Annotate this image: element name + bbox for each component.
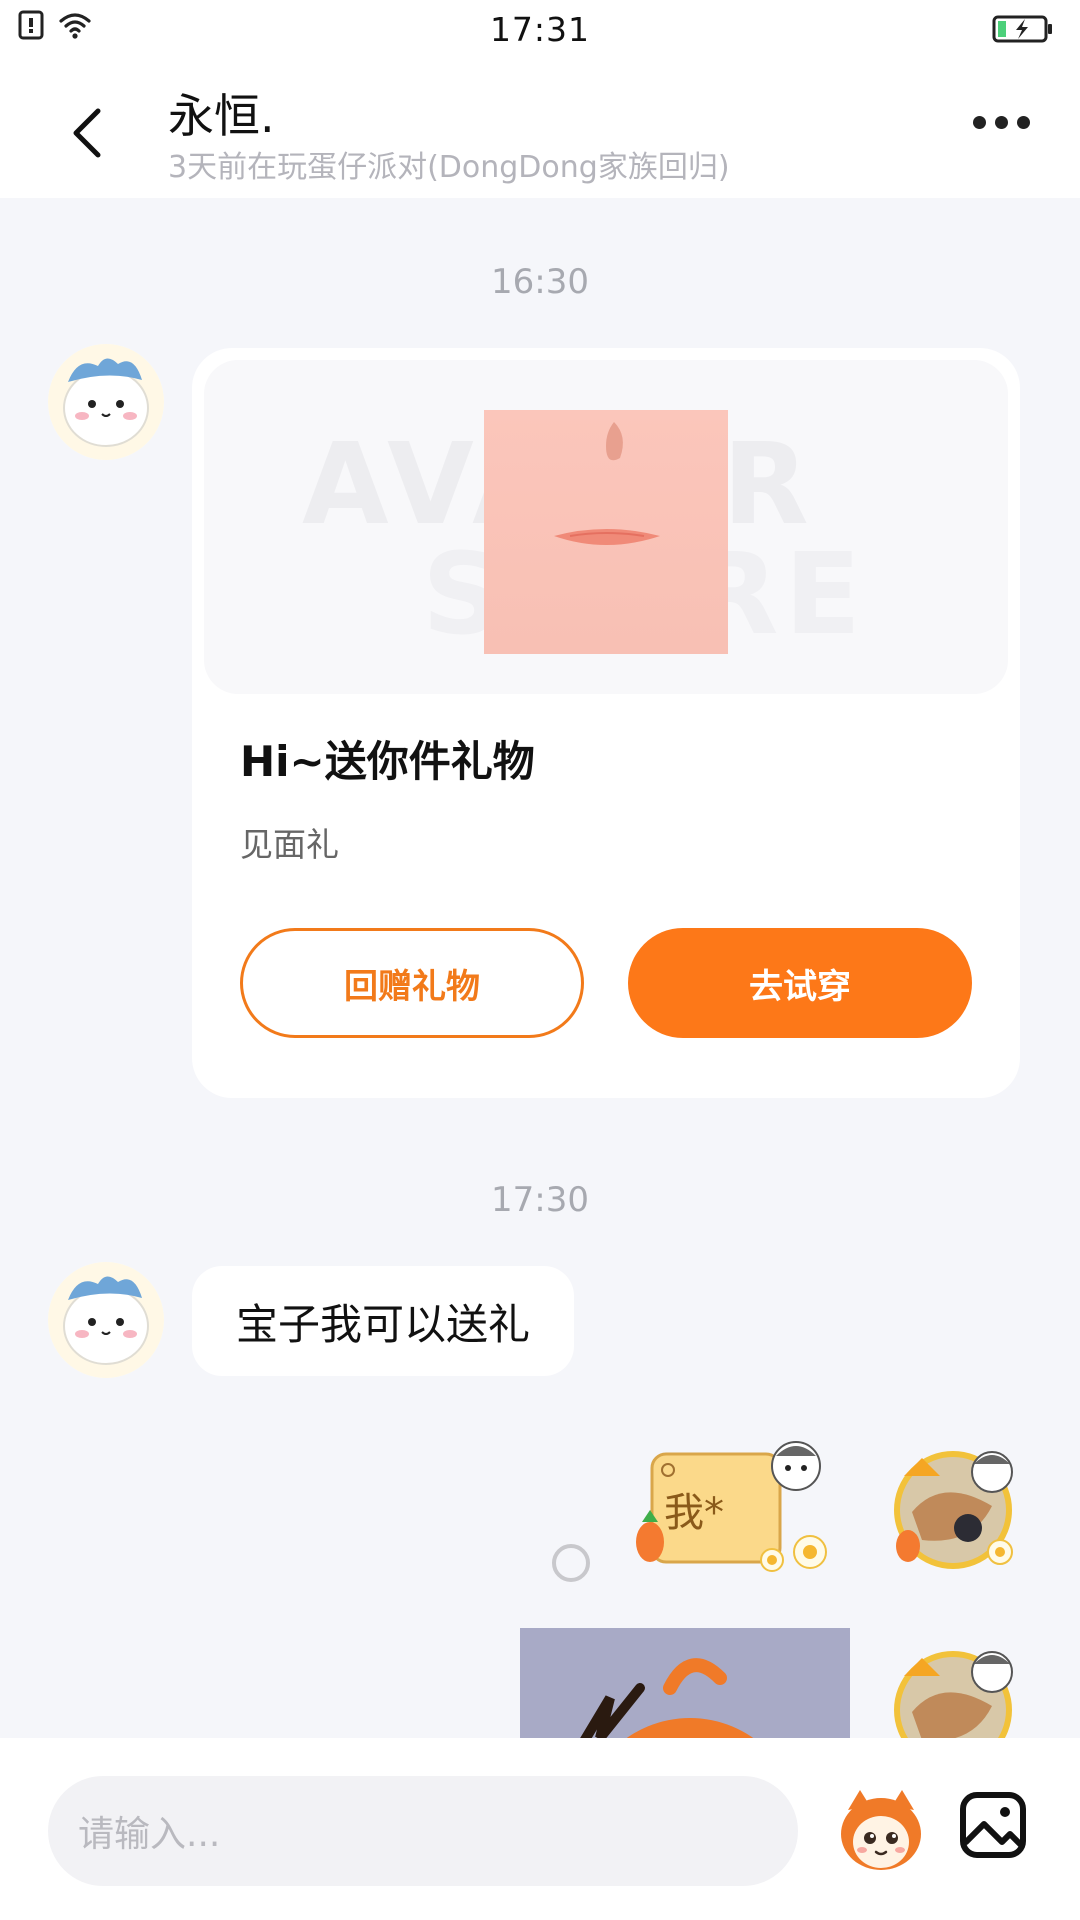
more-options-button[interactable] [973,116,1030,129]
contact-avatar[interactable] [48,344,164,460]
message-list[interactable]: 16:30 AVATAR STORE [0,198,1080,1738]
contact-status: 3天前在玩蛋仔派对(DongDong家族回归) [168,150,730,185]
more-dot-icon [1017,116,1030,129]
try-on-button[interactable]: 去试穿 [628,928,972,1038]
cartoon-image-icon [520,1628,850,1738]
gift-preview: AVATAR STORE [204,360,1008,694]
more-dot-icon [995,116,1008,129]
my-avatar[interactable] [882,1436,1024,1578]
back-button[interactable] [58,98,114,168]
chat-screen: 17:31 永恒. 3天前在玩蛋仔派对(DongDong家族回归) 16:30 [0,0,1080,1920]
my-avatar[interactable] [882,1636,1024,1738]
sending-status-icon [552,1544,590,1582]
input-bar: 请输入... [0,1738,1080,1920]
gift-card[interactable]: AVATAR STORE Hi~送你件礼物 见面礼 回赠礼物 去试穿 [192,348,1020,1098]
gift-item-image[interactable] [484,410,728,654]
sticker-message[interactable]: 我* [630,1426,836,1586]
avatar-photo-frame-icon [894,1651,1013,1738]
emoji-button[interactable] [832,1780,930,1878]
contact-avatar[interactable] [48,1262,164,1378]
emoji-character-icon [841,1790,921,1870]
send-image-button[interactable] [958,1790,1028,1860]
return-gift-button[interactable]: 回赠礼物 [240,928,584,1038]
battery-charging-icon [992,15,1052,43]
face-makeup-icon [554,422,660,545]
text-message-bubble[interactable]: 宝子我可以送礼 [192,1266,575,1376]
sticker-note-icon: 我* [636,1441,827,1572]
status-time: 17:31 [489,10,591,49]
chevron-left-icon [73,108,101,158]
message-input[interactable]: 请输入... [48,1776,798,1886]
avatar-character-icon [48,344,164,460]
status-bar: 17:31 [0,0,1080,58]
chat-header: 永恒. 3天前在玩蛋仔派对(DongDong家族回归) [0,58,1080,198]
image-icon [960,1792,1026,1858]
contact-name[interactable]: 永恒. [168,80,275,146]
image-message[interactable] [520,1628,850,1738]
sticker-text: 我* [664,1490,724,1536]
more-dot-icon [973,116,986,129]
avatar-character-icon [48,1262,164,1378]
avatar-photo-frame-icon [894,1451,1013,1569]
gift-subtitle: 见面礼 [240,825,339,864]
message-timestamp: 16:30 [491,262,589,302]
message-timestamp: 17:30 [491,1180,589,1220]
gift-title: Hi~送你件礼物 [240,737,535,786]
